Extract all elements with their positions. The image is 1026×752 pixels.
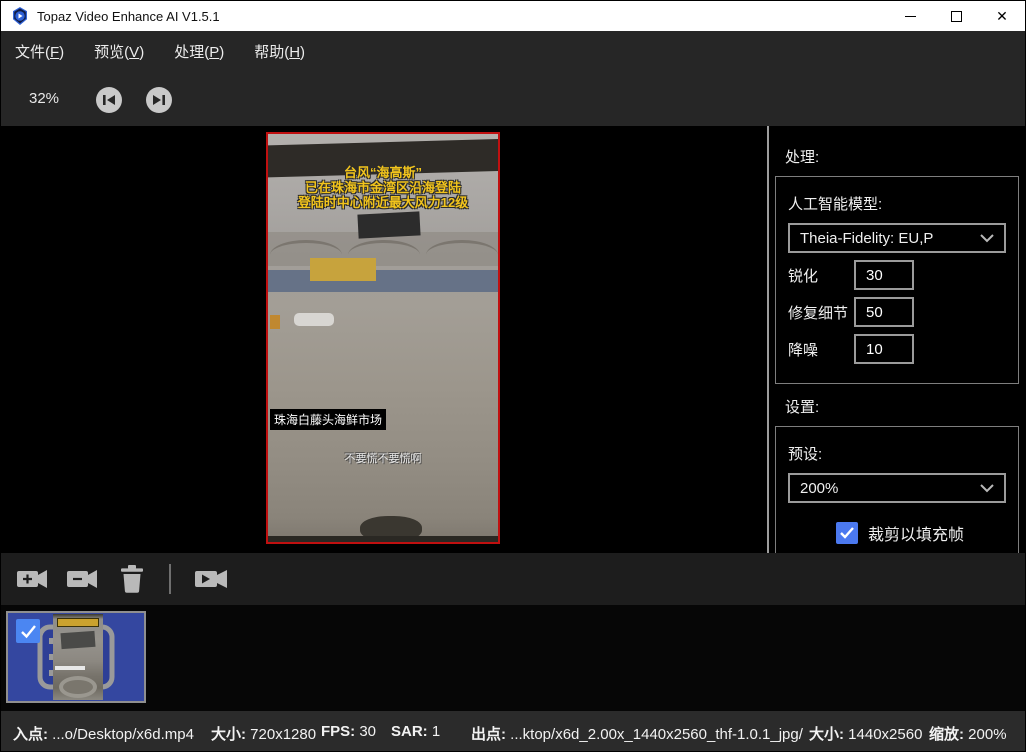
chevron-down-icon [980, 484, 994, 493]
zoom-level: 32% [29, 90, 59, 107]
status-input-size: 大小: 720x1280 [211, 723, 316, 744]
menu-bar: 文件(F) 预览(V) 处理(P) 帮助(H) [1, 31, 1025, 71]
add-video-icon [17, 568, 49, 590]
maximize-button[interactable] [933, 1, 979, 31]
remove-video-button[interactable] [67, 568, 99, 595]
status-scale: 缩放: 200% [929, 723, 1007, 744]
video-location-label: 珠海白藤头海鲜市场 [270, 409, 386, 430]
close-button[interactable]: ✕ [979, 1, 1025, 31]
skip-end-button[interactable] [146, 87, 172, 113]
crop-to-fill-label: 裁剪以填充帧 [868, 521, 964, 545]
status-sar: SAR: 1 [391, 723, 440, 740]
playback-toolbar: 32% 231 / 357 [ 0 : 357 ] [1, 71, 1025, 126]
sharpen-label: 锐化 [788, 265, 854, 286]
restore-detail-row: 修复细节 50 [788, 297, 1006, 327]
restore-detail-label: 修复细节 [788, 302, 854, 323]
skip-start-button[interactable] [96, 87, 122, 113]
status-fps: FPS: 30 [321, 723, 376, 740]
mini-debris [59, 676, 97, 698]
video-preview[interactable]: 台风“海高斯” 已在珠海市金湾区沿海登陆 登陆时中心附近最大风力12级 珠海白藤… [266, 132, 500, 544]
video-flooded-car [294, 313, 334, 326]
settings-header: 设置: [785, 396, 819, 417]
bridge-arch [426, 240, 498, 270]
status-input-file: 入点: ...o/Desktop/x6d.mp4 [13, 723, 194, 744]
delete-button[interactable] [120, 565, 144, 598]
mini-label [55, 666, 85, 670]
clip-thumbnail-selected[interactable] [6, 611, 146, 703]
denoise-row: 降噪 10 [788, 334, 1006, 364]
main-area: 台风“海高斯” 已在珠海市金湾区沿海登陆 登陆时中心附近最大风力12级 珠海白藤… [1, 126, 1025, 553]
toolbar-divider [169, 564, 171, 594]
video-blue-band [268, 270, 498, 292]
menu-preview[interactable]: 预览(V) [94, 41, 144, 62]
skip-start-icon [102, 94, 116, 106]
model-label: 人工智能模型: [788, 193, 1006, 214]
skip-end-icon [152, 94, 166, 106]
video-bottom-strip [268, 536, 498, 542]
mini-headline [57, 618, 99, 627]
status-bar: 入点: ...o/Desktop/x6d.mp4 大小: 720x1280 FP… [1, 711, 1025, 752]
checkbox-check-icon [839, 526, 855, 540]
minimize-icon [905, 16, 916, 17]
sharpen-input[interactable]: 30 [854, 260, 914, 290]
app-logo-icon [11, 7, 29, 25]
video-yellow-sign [310, 258, 376, 281]
model-group: 人工智能模型: Theia-Fidelity: EU,P 锐化 30 修复细节 … [775, 176, 1019, 384]
clip-toolbar [1, 553, 1025, 605]
video-headline: 台风“海高斯” 已在珠海市金湾区沿海登陆 登陆时中心附近最大风力12级 [268, 165, 498, 210]
maximize-icon [951, 11, 962, 22]
add-video-button[interactable] [17, 568, 49, 595]
processing-header: 处理: [785, 146, 819, 167]
preset-label: 预设: [788, 443, 1006, 464]
title-bar: Topaz Video Enhance AI V1.5.1 ✕ [1, 1, 1025, 31]
process-video-icon [195, 568, 229, 590]
denoise-label: 降噪 [788, 339, 854, 360]
video-dark-object [357, 211, 420, 238]
sharpen-row: 锐化 30 [788, 260, 1006, 290]
clip-checkbox[interactable] [16, 619, 40, 643]
menu-file[interactable]: 文件(F) [15, 41, 64, 62]
remove-video-icon [67, 568, 99, 590]
clip-thumbnail-image [53, 614, 103, 700]
denoise-input[interactable]: 10 [854, 334, 914, 364]
process-video-button[interactable] [195, 568, 229, 595]
clip-list [1, 605, 1025, 711]
crop-to-fill-checkbox[interactable] [836, 522, 858, 544]
app-window: Topaz Video Enhance AI V1.5.1 ✕ 文件(F) 预览… [0, 0, 1026, 752]
restore-detail-input[interactable]: 50 [854, 297, 914, 327]
status-output-path: 出点: ...ktop/x6d_2.00x_1440x2560_thf-1.0.… [471, 723, 803, 744]
checkbox-check-icon [20, 624, 37, 639]
minimize-button[interactable] [887, 1, 933, 31]
video-caption: 不要慌不要慌啊 [268, 450, 498, 466]
menu-process[interactable]: 处理(P) [174, 41, 224, 62]
preset-dropdown[interactable]: 200% [788, 473, 1006, 503]
video-orange-object [270, 315, 280, 329]
crop-to-fill-row: 裁剪以填充帧 [836, 521, 1006, 545]
menu-help[interactable]: 帮助(H) [254, 41, 305, 62]
window-title: Topaz Video Enhance AI V1.5.1 [37, 9, 220, 24]
status-output-size: 大小: 1440x2560 [809, 723, 922, 744]
settings-panel: 处理: 人工智能模型: Theia-Fidelity: EU,P 锐化 30 修… [769, 126, 1025, 553]
close-icon: ✕ [996, 9, 1008, 23]
model-dropdown[interactable]: Theia-Fidelity: EU,P [788, 223, 1006, 253]
preset-group: 预设: 200% 裁剪以填充帧 [775, 426, 1019, 553]
trash-icon [120, 565, 144, 593]
chevron-down-icon [980, 234, 994, 243]
mini-dark-object [60, 631, 95, 649]
